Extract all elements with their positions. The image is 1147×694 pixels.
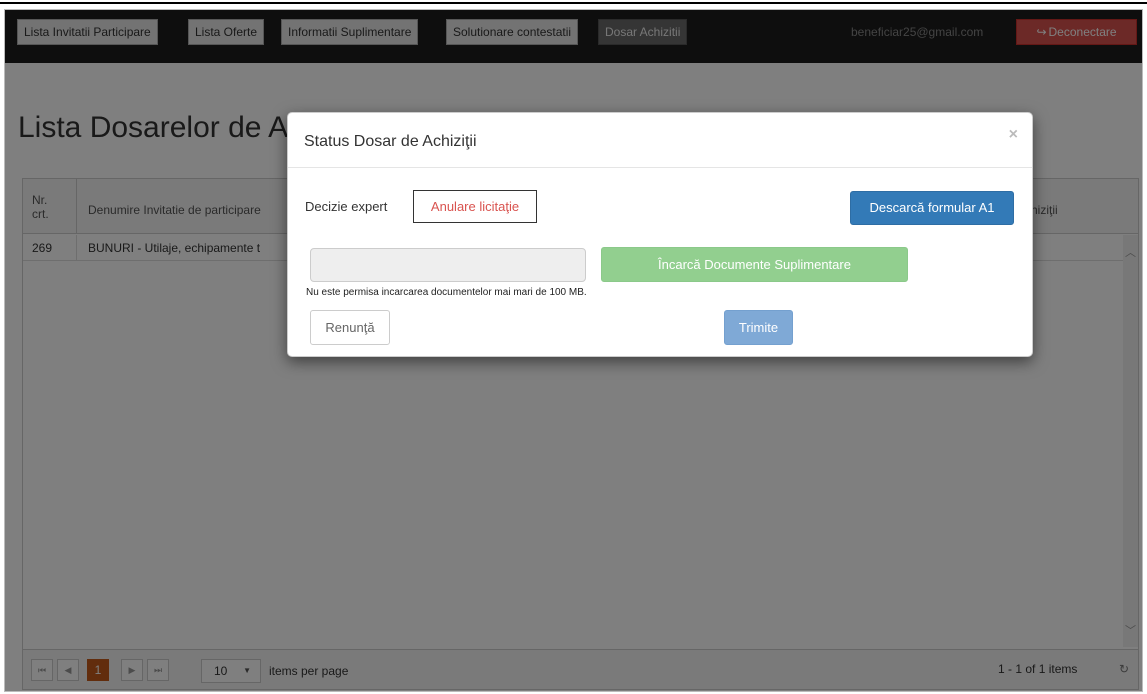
upload-size-note: Nu este permisa incarcarea documentelor … [306, 287, 587, 298]
status-dosar-modal: Status Dosar de Achiziţii × Decizie expe… [287, 112, 1033, 357]
incarca-documente-button[interactable]: Încarcă Documente Suplimentare [601, 247, 908, 282]
file-input[interactable] [310, 248, 586, 282]
decizie-expert-label: Decizie expert [305, 199, 388, 214]
close-icon[interactable]: × [1009, 126, 1018, 144]
app-window: Lista Invitatii Participare Lista Oferte… [4, 9, 1143, 692]
trimite-button[interactable]: Trimite [724, 310, 793, 345]
anulare-licitatie-badge: Anulare licitaţie [413, 190, 537, 223]
modal-title: Status Dosar de Achiziţii [304, 133, 477, 150]
renunta-button[interactable]: Renunţă [310, 310, 390, 345]
descarca-formular-button[interactable]: Descarcă formular A1 [850, 191, 1014, 225]
top-edge [0, 0, 1147, 4]
modal-header: Status Dosar de Achiziţii × [288, 113, 1032, 168]
